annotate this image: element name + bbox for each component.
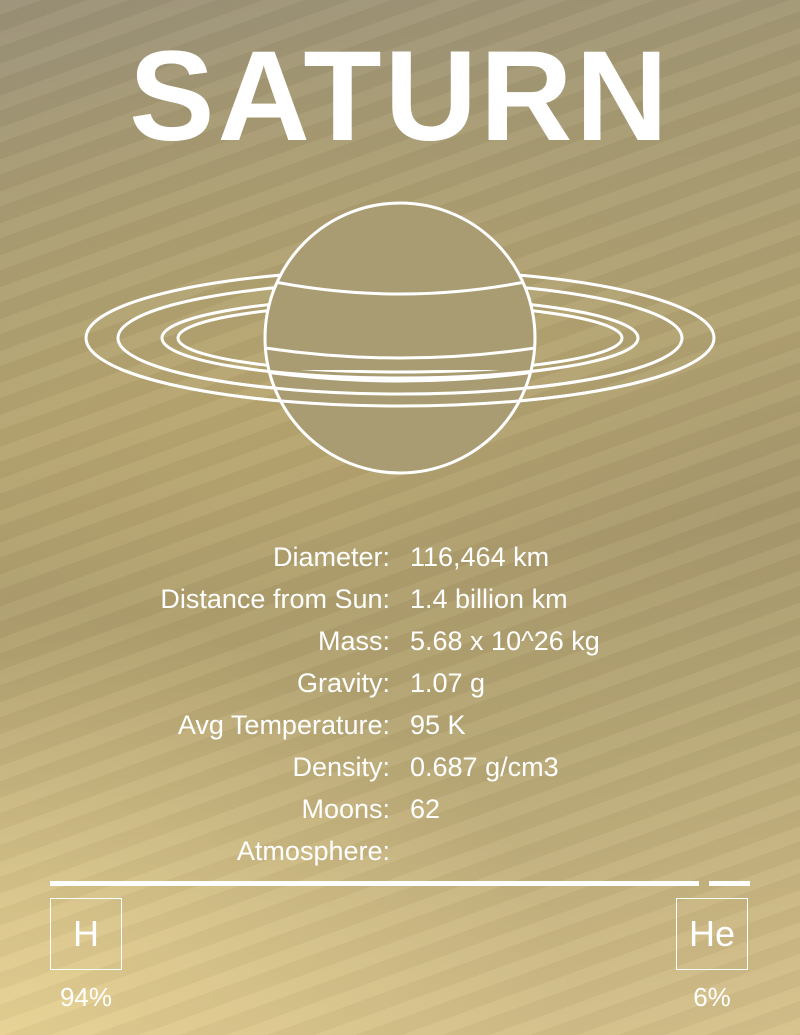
stat-row-density: Density: 0.687 g/cm3 xyxy=(0,746,800,788)
stat-value: 1.4 billion km xyxy=(410,584,568,614)
stat-row-atmosphere: Atmosphere: xyxy=(0,830,800,872)
stat-label: Gravity: xyxy=(296,668,390,698)
stat-row-temperature: Avg Temperature: 95 K xyxy=(0,704,800,746)
stat-value: 0.687 g/cm3 xyxy=(410,752,559,782)
percent-helium: 6% xyxy=(693,982,731,1012)
stat-label: Diameter: xyxy=(272,542,390,572)
percent-hydrogen: 94% xyxy=(59,982,113,1012)
saturn-outline-icon xyxy=(84,201,716,475)
stat-row-diameter: Diameter: 116,464 km xyxy=(0,536,800,578)
stat-label: Atmosphere: xyxy=(236,836,390,866)
stat-row-moons: Moons: 62 xyxy=(0,788,800,830)
page-title: SATURN xyxy=(129,25,671,168)
stat-label: Density: xyxy=(292,752,390,782)
stat-label: Mass: xyxy=(317,626,390,656)
stat-label: Moons: xyxy=(301,794,390,824)
element-box-helium: He xyxy=(676,898,748,970)
stat-value: 116,464 km xyxy=(410,542,550,572)
stat-row-mass: Mass: 5.68 x 10^26 kg xyxy=(0,620,800,662)
atmosphere-bar-hydrogen xyxy=(50,881,699,886)
saturn-poster: SATURN Diameter: 116,464 km Distance fro… xyxy=(0,0,800,1035)
stat-value: 62 xyxy=(410,794,441,824)
element-box-hydrogen: H xyxy=(50,898,122,970)
stat-label: Distance from Sun: xyxy=(160,584,390,614)
stat-value: 95 K xyxy=(410,710,466,740)
stat-value: 1.07 g xyxy=(410,668,486,698)
stat-row-gravity: Gravity: 1.07 g xyxy=(0,662,800,704)
stat-value: 5.68 x 10^26 kg xyxy=(410,626,600,656)
stat-label: Avg Temperature: xyxy=(177,710,390,740)
atmosphere-bar-helium xyxy=(709,881,750,886)
stat-row-distance: Distance from Sun: 1.4 billion km xyxy=(0,578,800,620)
